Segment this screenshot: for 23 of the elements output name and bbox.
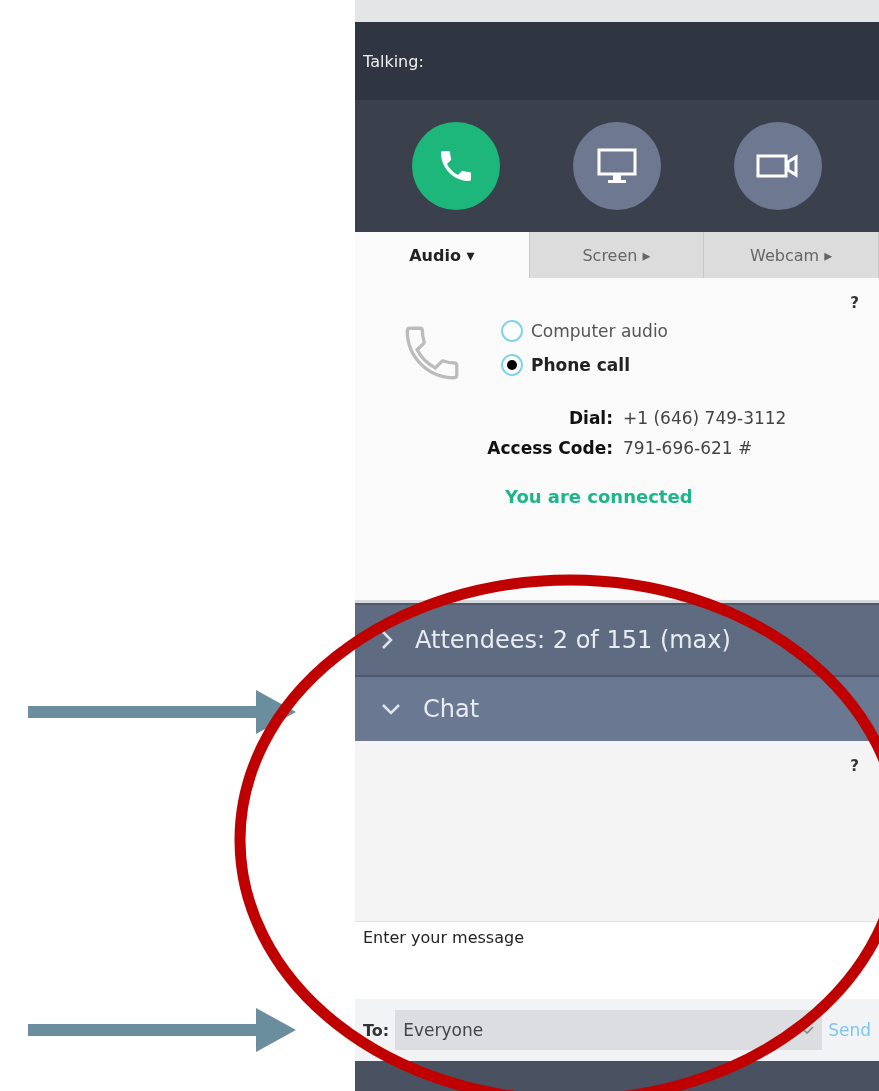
detail-label: Access Code: bbox=[486, 438, 613, 458]
chevron-down-icon bbox=[381, 703, 401, 715]
detail-value: 791-696-621 # bbox=[623, 438, 754, 458]
connection-status: You are connected bbox=[505, 486, 694, 507]
section-header[interactable]: Attendees: 2 of 151 (max) bbox=[355, 603, 879, 675]
radio-button[interactable] bbox=[501, 354, 523, 376]
chevron-right-icon bbox=[381, 630, 393, 650]
tab[interactable]: Screen ▸ bbox=[529, 232, 705, 278]
detail-value: +1 (646) 749-3112 bbox=[623, 408, 788, 428]
tab[interactable]: Audio ▾ bbox=[355, 232, 530, 278]
radio-label: Phone call bbox=[531, 355, 630, 375]
help-icon[interactable]: ? bbox=[850, 757, 859, 775]
help-icon[interactable]: ? bbox=[850, 294, 859, 312]
talking-label: Talking: bbox=[363, 51, 424, 71]
detail-label: Dial: bbox=[567, 408, 613, 428]
radio-label: Computer audio bbox=[531, 321, 669, 341]
recipient-dropdown[interactable]: Everyone bbox=[395, 1010, 823, 1050]
to-label: To: bbox=[363, 1020, 390, 1040]
radio-button[interactable] bbox=[501, 320, 523, 342]
section-header[interactable]: Chat bbox=[355, 675, 879, 741]
monitor-icon bbox=[596, 147, 638, 185]
tab[interactable]: Webcam ▸ bbox=[704, 232, 879, 278]
video-camera-icon bbox=[756, 152, 801, 180]
